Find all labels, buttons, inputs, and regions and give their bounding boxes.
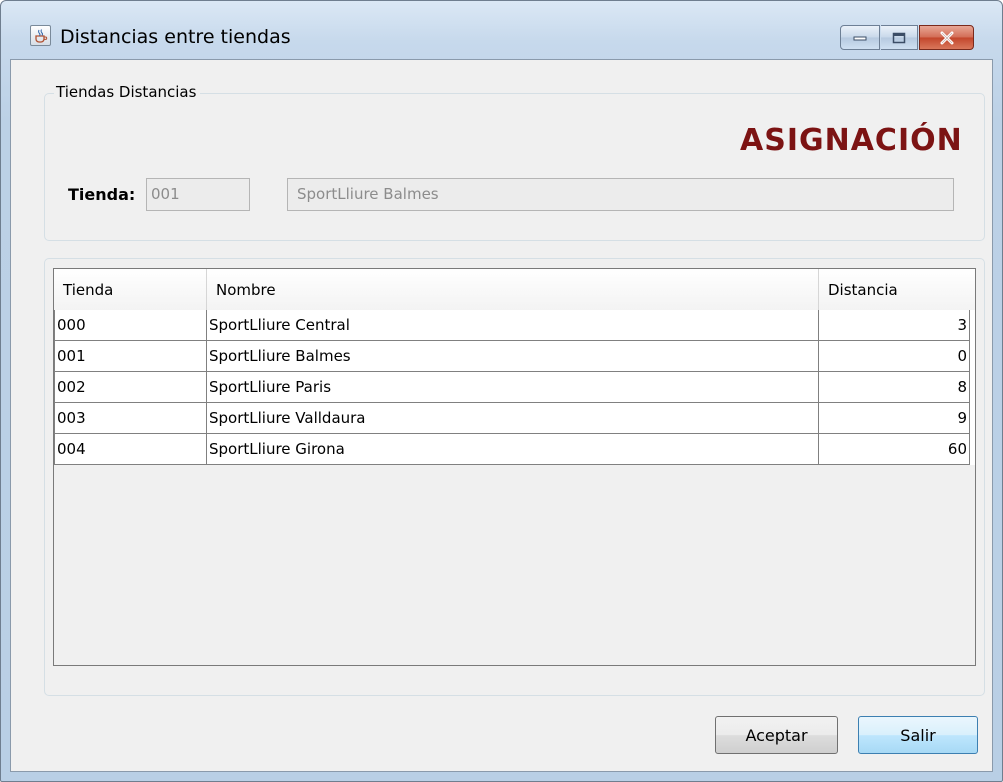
store-name-field[interactable]: SportLliure Balmes: [287, 178, 954, 211]
table-row[interactable]: 000 SportLliure Central 3: [54, 310, 975, 341]
cell-tienda: 000: [54, 310, 207, 341]
exit-button[interactable]: Salir: [858, 716, 978, 754]
close-button[interactable]: [919, 25, 974, 50]
app-window: Distancias entre tiendas Tiendas Distanc…: [0, 0, 1003, 782]
store-group-box: [44, 93, 985, 241]
maximize-button[interactable]: [881, 25, 918, 50]
cell-tienda: 002: [54, 372, 207, 403]
cell-distancia: 60: [819, 434, 970, 465]
cell-nombre: SportLliure Paris: [207, 372, 819, 403]
cell-tienda: 004: [54, 434, 207, 465]
store-label: Tienda:: [68, 185, 136, 204]
column-header-nombre[interactable]: Nombre: [207, 269, 819, 310]
cell-nombre: SportLliure Girona: [207, 434, 819, 465]
cell-nombre: SportLliure Central: [207, 310, 819, 341]
column-header-tienda[interactable]: Tienda: [54, 269, 207, 310]
cell-distancia: 9: [819, 403, 970, 434]
cell-distancia: 0: [819, 341, 970, 372]
store-code-field[interactable]: 001: [146, 178, 250, 211]
minimize-icon: [841, 26, 879, 49]
java-cup-icon[interactable]: [30, 25, 51, 46]
cell-tienda: 001: [54, 341, 207, 372]
brand-logo-text: ASIGNACIÓN: [740, 123, 963, 158]
table-row[interactable]: 003 SportLliure Valldaura 9: [54, 403, 975, 434]
maximize-icon: [881, 26, 917, 49]
close-icon: [920, 26, 973, 49]
table-header: Tienda Nombre Distancia: [54, 269, 975, 311]
table-row[interactable]: 004 SportLliure Girona 60: [54, 434, 975, 465]
window-title: Distancias entre tiendas: [60, 26, 291, 48]
distances-table[interactable]: Tienda Nombre Distancia 000 SportLliure …: [53, 268, 976, 666]
table-row[interactable]: 001 SportLliure Balmes 0: [54, 341, 975, 372]
accept-button[interactable]: Aceptar: [715, 716, 838, 754]
cell-tienda: 003: [54, 403, 207, 434]
cell-distancia: 8: [819, 372, 970, 403]
group-title: Tiendas Distancias: [54, 83, 201, 101]
content-pane: Tiendas Distancias ASIGNACIÓN Tienda: 00…: [10, 59, 993, 772]
cell-distancia: 3: [819, 310, 970, 341]
cell-nombre: SportLliure Balmes: [207, 341, 819, 372]
minimize-button[interactable]: [840, 25, 880, 50]
cell-nombre: SportLliure Valldaura: [207, 403, 819, 434]
title-bar[interactable]: Distancias entre tiendas: [1, 1, 1002, 50]
table-row[interactable]: 002 SportLliure Paris 8: [54, 372, 975, 403]
column-header-distancia[interactable]: Distancia: [819, 269, 975, 310]
